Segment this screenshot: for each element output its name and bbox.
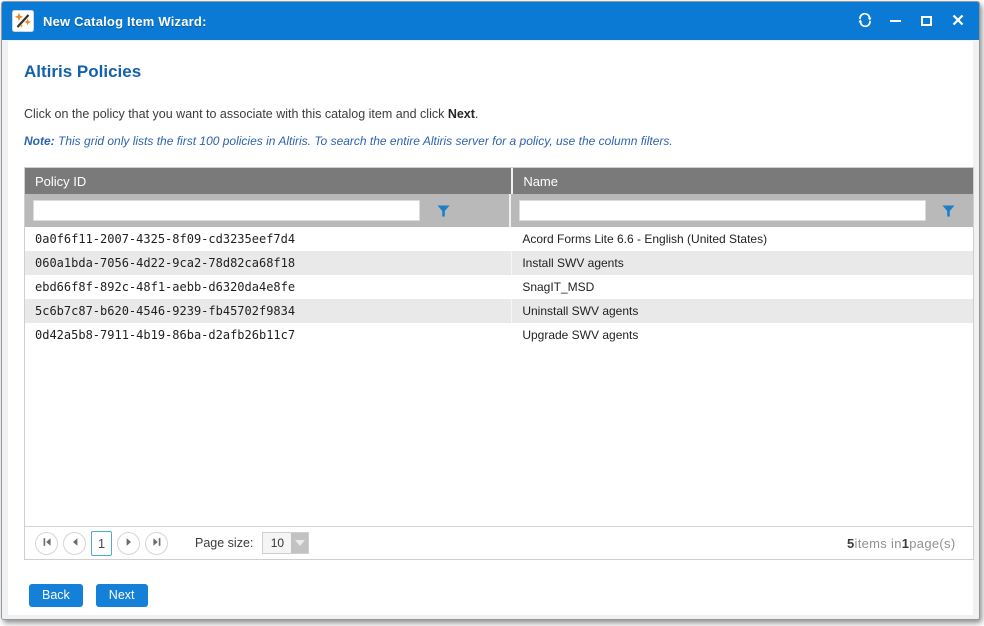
name-filter-cell xyxy=(511,194,973,227)
next-page-icon xyxy=(124,536,134,550)
titlebar[interactable]: New Catalog Item Wizard: xyxy=(2,2,979,40)
name-cell[interactable]: Install SWV agents xyxy=(511,251,973,275)
refresh-button[interactable] xyxy=(849,2,880,40)
next-page-button[interactable] xyxy=(117,532,140,555)
page-size-value: 10 xyxy=(263,533,291,553)
note-body: This grid only lists the first 100 polic… xyxy=(58,134,673,148)
policies-grid: Policy ID Name xyxy=(24,167,974,560)
page-size-label: Page size: xyxy=(195,536,253,550)
back-button[interactable]: Back xyxy=(29,584,83,607)
name-cell[interactable]: Acord Forms Lite 6.6 - English (United S… xyxy=(511,227,973,251)
grid-empty-area xyxy=(25,347,973,526)
grid-pager: 1 xyxy=(25,526,973,559)
window-controls xyxy=(849,2,973,40)
table-row[interactable]: 060a1bda-7056-4d22-9ca2-78d82ca68f18 Ins… xyxy=(25,251,973,275)
name-cell[interactable]: Uninstall SWV agents xyxy=(511,299,973,323)
screen: New Catalog Item Wizard: xyxy=(0,0,984,626)
prev-page-icon xyxy=(70,536,80,550)
grid-body: 0a0f6f11-2007-4325-8f09-cd3235eef7d4 Aco… xyxy=(25,227,973,347)
prev-page-button[interactable] xyxy=(63,532,86,555)
name-cell[interactable]: SnagIT_MSD xyxy=(511,275,973,299)
current-page-indicator[interactable]: 1 xyxy=(91,531,112,556)
refresh-icon xyxy=(857,12,873,31)
policy-id-cell[interactable]: 060a1bda-7056-4d22-9ca2-78d82ca68f18 xyxy=(25,251,511,275)
name-filter-input[interactable] xyxy=(519,200,926,221)
first-page-button[interactable] xyxy=(35,532,58,555)
table-row[interactable]: ebd66f8f-892c-48f1-aebb-d6320da4e8fe Sna… xyxy=(25,275,973,299)
policy-id-cell[interactable]: ebd66f8f-892c-48f1-aebb-d6320da4e8fe xyxy=(25,275,511,299)
instruction-emphasis: Next xyxy=(448,107,475,121)
grid-filter-row xyxy=(25,194,973,227)
column-header-name[interactable]: Name xyxy=(511,168,973,194)
minimize-button[interactable] xyxy=(880,2,911,40)
items-count: 5 xyxy=(847,536,855,551)
policy-id-filter-funnel-icon[interactable] xyxy=(433,205,453,217)
minimize-icon xyxy=(890,20,901,22)
last-page-icon xyxy=(152,536,162,550)
instruction-suffix: . xyxy=(475,107,478,121)
wizard-footer: Back Next xyxy=(29,584,967,607)
policy-id-cell[interactable]: 0a0f6f11-2007-4325-8f09-cd3235eef7d4 xyxy=(25,227,511,251)
instruction-text: Click on the policy that you want to ass… xyxy=(24,107,967,121)
note-label: Note: xyxy=(24,134,55,148)
next-button[interactable]: Next xyxy=(96,584,148,607)
policy-id-filter-cell xyxy=(25,194,511,227)
instruction-prefix: Click on the policy that you want to ass… xyxy=(24,107,448,121)
close-icon xyxy=(952,14,964,29)
table-row[interactable]: 5c6b7c87-b620-4546-9239-fb45702f9834 Uni… xyxy=(25,299,973,323)
wizard-window: New Catalog Item Wizard: xyxy=(1,1,980,620)
maximize-icon xyxy=(921,16,932,26)
policy-id-cell[interactable]: 5c6b7c87-b620-4546-9239-fb45702f9834 xyxy=(25,299,511,323)
last-page-button[interactable] xyxy=(145,532,168,555)
page-size-select[interactable]: 10 xyxy=(262,532,309,554)
close-button[interactable] xyxy=(942,2,973,40)
pages-count: 1 xyxy=(902,536,910,551)
dropdown-arrow-icon xyxy=(291,533,308,553)
pages-text: page(s) xyxy=(909,536,955,551)
table-row[interactable]: 0d42a5b8-7911-4b19-86ba-d2afb26b11c7 Upg… xyxy=(25,323,973,347)
table-row[interactable]: 0a0f6f11-2007-4325-8f09-cd3235eef7d4 Aco… xyxy=(25,227,973,251)
column-header-policy-id[interactable]: Policy ID xyxy=(25,168,511,194)
pager-info: 5 items in 1 page(s) xyxy=(847,527,973,559)
items-text: items in xyxy=(855,536,902,551)
page-title: Altiris Policies xyxy=(24,41,967,82)
policy-id-cell[interactable]: 0d42a5b8-7911-4b19-86ba-d2afb26b11c7 xyxy=(25,323,511,347)
window-frame: Altiris Policies Click on the policy tha… xyxy=(2,40,979,620)
policy-id-filter-input[interactable] xyxy=(33,200,420,221)
window-title: New Catalog Item Wizard: xyxy=(43,14,849,29)
grid-header-row: Policy ID Name xyxy=(25,168,973,194)
name-filter-funnel-icon[interactable] xyxy=(939,205,959,217)
name-cell[interactable]: Upgrade SWV agents xyxy=(511,323,973,347)
maximize-button[interactable] xyxy=(911,2,942,40)
wizard-app-icon xyxy=(12,10,34,32)
client-area: Altiris Policies Click on the policy tha… xyxy=(8,41,973,615)
note-text: Note: This grid only lists the first 100… xyxy=(24,134,967,148)
first-page-icon xyxy=(42,536,52,550)
